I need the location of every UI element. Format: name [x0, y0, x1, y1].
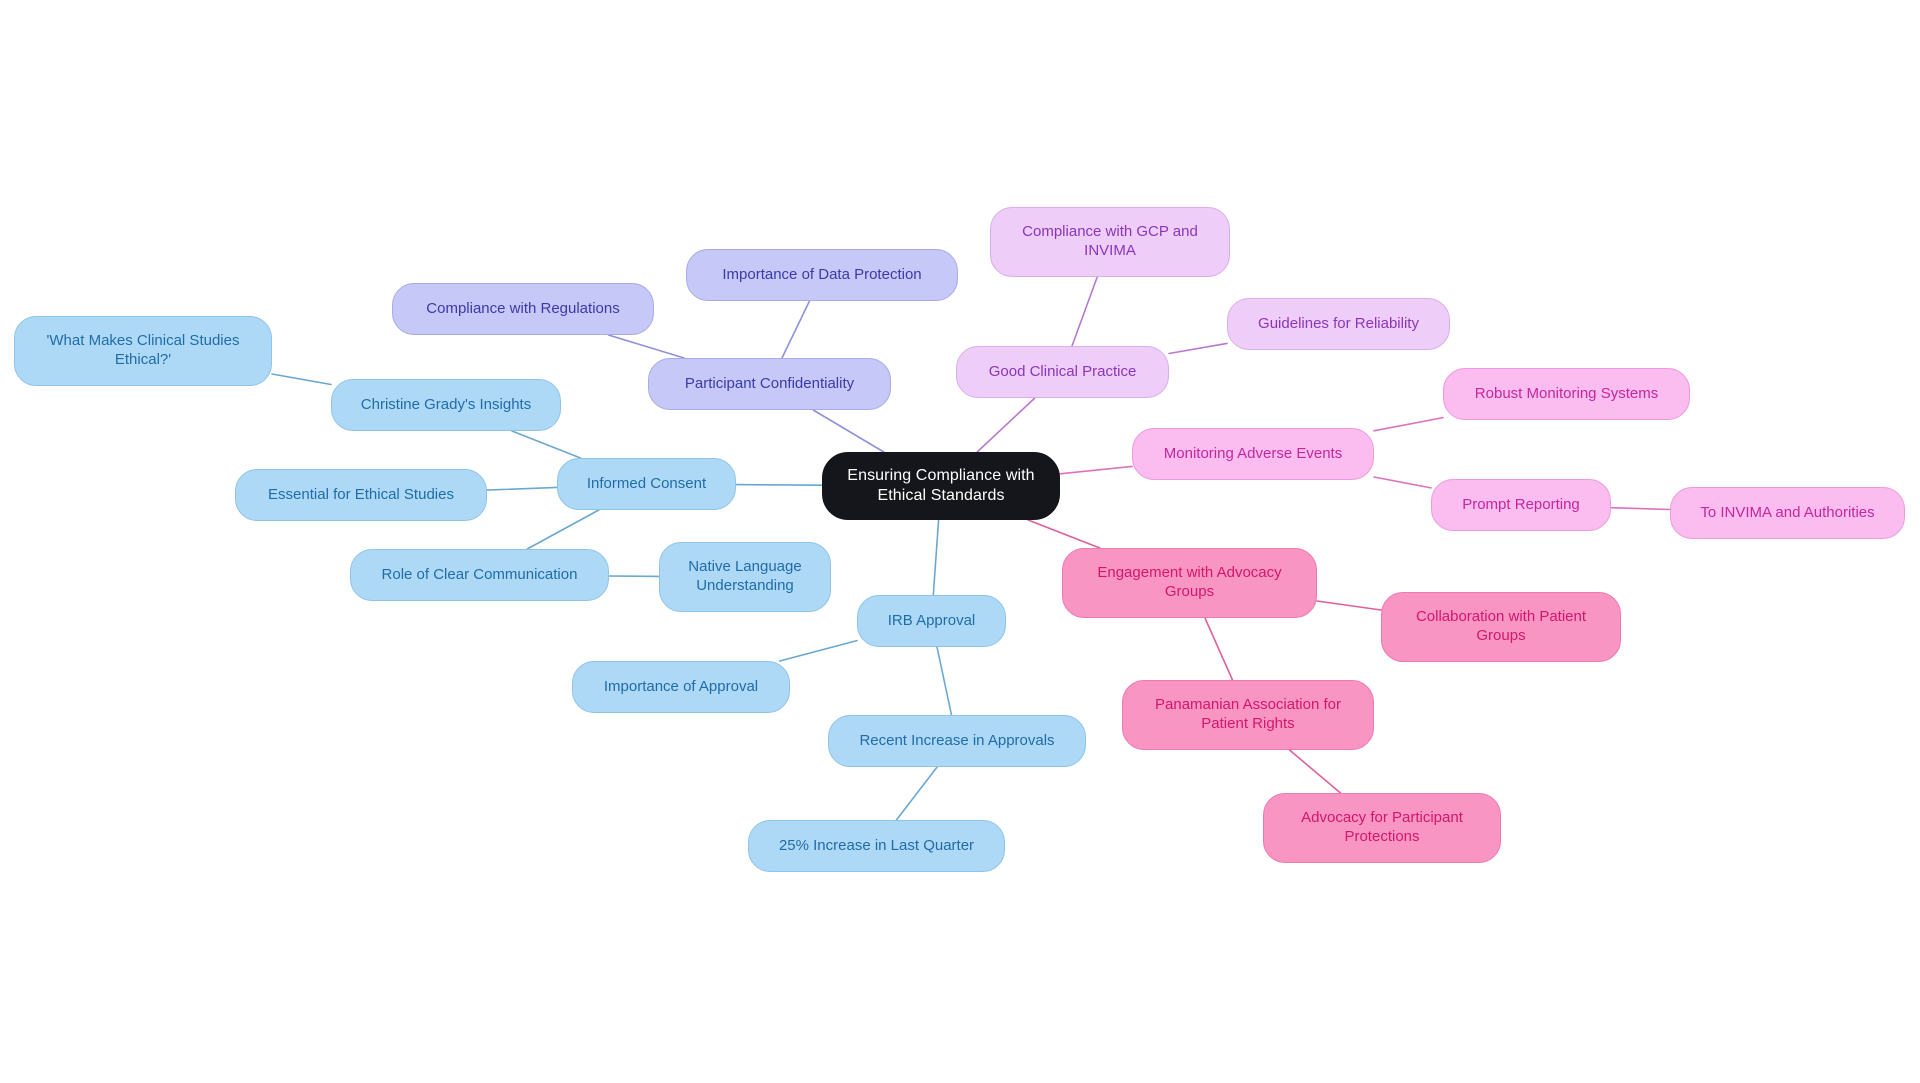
node-label: Collaboration with Patient Groups	[1415, 608, 1587, 644]
mindmap-edge-root--monitoring-adverse-events	[1059, 465, 1133, 475]
mindmap-canvas: Ensuring Compliance with Ethical Standar…	[0, 0, 1920, 1083]
mindmap-node-prompt-reporting[interactable]: Prompt Reporting	[1431, 479, 1611, 531]
mindmap-node-engagement-with-advocacy-groups[interactable]: Engagement with Advocacy Groups	[1062, 548, 1317, 618]
mindmap-node-advocacy-for-participant-protections[interactable]: Advocacy for Participant Protections	[1263, 793, 1501, 863]
node-label: Role of Clear Communication	[381, 565, 578, 583]
mindmap-edge-irb-approval--recent-increase-in-approvals	[936, 646, 953, 716]
node-label: 'What Makes Clinical Studies Ethical?'	[46, 332, 240, 368]
node-label: Engagement with Advocacy Groups	[1097, 564, 1282, 600]
mindmap-node-compliance-with-gcp-and-invima[interactable]: Compliance with GCP and INVIMA	[990, 207, 1230, 277]
mindmap-edge-root--engagement-with-advocacy-groups	[1027, 519, 1101, 549]
mindmap-node-25-percent-increase-in-last-quarter[interactable]: 25% Increase in Last Quarter	[748, 820, 1005, 872]
node-label: To INVIMA and Authorities	[1700, 503, 1875, 521]
node-label: Participant Confidentiality	[684, 374, 855, 392]
mindmap-node-informed-consent[interactable]: Informed Consent	[557, 458, 736, 510]
mindmap-node-to-invima-and-authorities[interactable]: To INVIMA and Authorities	[1670, 487, 1905, 539]
mindmap-node-good-clinical-practice[interactable]: Good Clinical Practice	[956, 346, 1169, 398]
node-label: Christine Grady's Insights	[360, 395, 532, 413]
mindmap-node-guidelines-for-reliability[interactable]: Guidelines for Reliability	[1227, 298, 1450, 350]
mindmap-node-collaboration-with-patient-groups[interactable]: Collaboration with Patient Groups	[1381, 592, 1621, 662]
node-label: Importance of Approval	[603, 677, 759, 695]
mindmap-edge-root--good-clinical-practice	[976, 397, 1036, 453]
mindmap-edge-informed-consent--role-of-clear-communication	[526, 509, 600, 550]
mindmap-edge-good-clinical-practice--compliance-with-gcp-and-invima	[1071, 276, 1098, 347]
node-label: Advocacy for Participant Protections	[1301, 809, 1463, 845]
edge-layer	[271, 276, 1671, 821]
mindmap-edge-prompt-reporting--to-invima-and-authorities	[1610, 506, 1671, 511]
mindmap-node-root[interactable]: Ensuring Compliance with Ethical Standar…	[822, 452, 1060, 520]
node-label: Compliance with Regulations	[426, 299, 620, 317]
mindmap-node-importance-of-approval[interactable]: Importance of Approval	[572, 661, 790, 713]
mindmap-node-essential-for-ethical-studies[interactable]: Essential for Ethical Studies	[235, 469, 487, 521]
node-label: Essential for Ethical Studies	[268, 485, 454, 503]
node-label: Guidelines for Reliability	[1258, 314, 1419, 332]
mindmap-node-participant-confidentiality[interactable]: Participant Confidentiality	[648, 358, 891, 410]
mindmap-edge-irb-approval--importance-of-approval	[778, 639, 858, 662]
mindmap-node-panamanian-association-for-patient-rights[interactable]: Panamanian Association for Patient Right…	[1122, 680, 1374, 750]
mindmap-edge-panamanian-association-for-patient-rights--advocacy-for-participant-protections	[1288, 749, 1342, 794]
node-label: 25% Increase in Last Quarter	[778, 836, 975, 854]
mindmap-node-irb-approval[interactable]: IRB Approval	[857, 595, 1006, 647]
mindmap-edge-monitoring-adverse-events--robust-monitoring-systems	[1373, 416, 1444, 432]
mindmap-node-role-of-clear-communication[interactable]: Role of Clear Communication	[350, 549, 609, 601]
mindmap-edge-root--informed-consent	[735, 483, 823, 487]
node-label: Prompt Reporting	[1462, 495, 1580, 513]
mindmap-node-monitoring-adverse-events[interactable]: Monitoring Adverse Events	[1132, 428, 1374, 480]
mindmap-edge-monitoring-adverse-events--prompt-reporting	[1373, 476, 1432, 489]
mindmap-edge-christine-grady-insights--what-makes-clinical-studies-ethical	[271, 373, 332, 386]
mindmap-edge-informed-consent--essential-for-ethical-studies	[486, 486, 558, 491]
mindmap-edge-informed-consent--christine-grady-insights	[511, 430, 582, 459]
mindmap-node-recent-increase-in-approvals[interactable]: Recent Increase in Approvals	[828, 715, 1086, 767]
node-label: Importance of Data Protection	[722, 265, 922, 283]
node-label: Ensuring Compliance with Ethical Standar…	[847, 467, 1035, 504]
mindmap-edge-good-clinical-practice--guidelines-for-reliability	[1168, 342, 1228, 355]
mindmap-edge-engagement-with-advocacy-groups--collaboration-with-patient-groups	[1316, 600, 1382, 611]
mindmap-edge-engagement-with-advocacy-groups--panamanian-association-for-patient-rights	[1204, 617, 1234, 681]
mindmap-edge-participant-confidentiality--compliance-with-regulations	[607, 334, 685, 359]
mindmap-node-compliance-with-regulations[interactable]: Compliance with Regulations	[392, 283, 654, 335]
node-label: Panamanian Association for Patient Right…	[1155, 696, 1341, 732]
mindmap-edge-root--participant-confidentiality	[812, 409, 885, 453]
node-label: Native Language Understanding	[688, 558, 802, 594]
mindmap-node-importance-of-data-protection[interactable]: Importance of Data Protection	[686, 249, 958, 301]
node-label: Good Clinical Practice	[988, 362, 1137, 380]
node-label: Monitoring Adverse Events	[1163, 444, 1343, 462]
mindmap-edge-root--irb-approval	[932, 519, 940, 596]
node-label: Compliance with GCP and INVIMA	[1022, 223, 1198, 259]
node-label: Robust Monitoring Systems	[1474, 384, 1659, 402]
node-label: Informed Consent	[586, 474, 707, 492]
node-label: Recent Increase in Approvals	[859, 731, 1055, 749]
mindmap-edge-participant-confidentiality--importance-of-data-protection	[781, 300, 811, 359]
mindmap-node-what-makes-clinical-studies-ethical[interactable]: 'What Makes Clinical Studies Ethical?'	[14, 316, 272, 386]
mindmap-edge-recent-increase-in-approvals--25-percent-increase-in-last-quarter	[895, 766, 938, 821]
mindmap-node-robust-monitoring-systems[interactable]: Robust Monitoring Systems	[1443, 368, 1690, 420]
mindmap-node-native-language-understanding[interactable]: Native Language Understanding	[659, 542, 831, 612]
mindmap-node-christine-grady-insights[interactable]: Christine Grady's Insights	[331, 379, 561, 431]
node-label: IRB Approval	[887, 611, 976, 629]
